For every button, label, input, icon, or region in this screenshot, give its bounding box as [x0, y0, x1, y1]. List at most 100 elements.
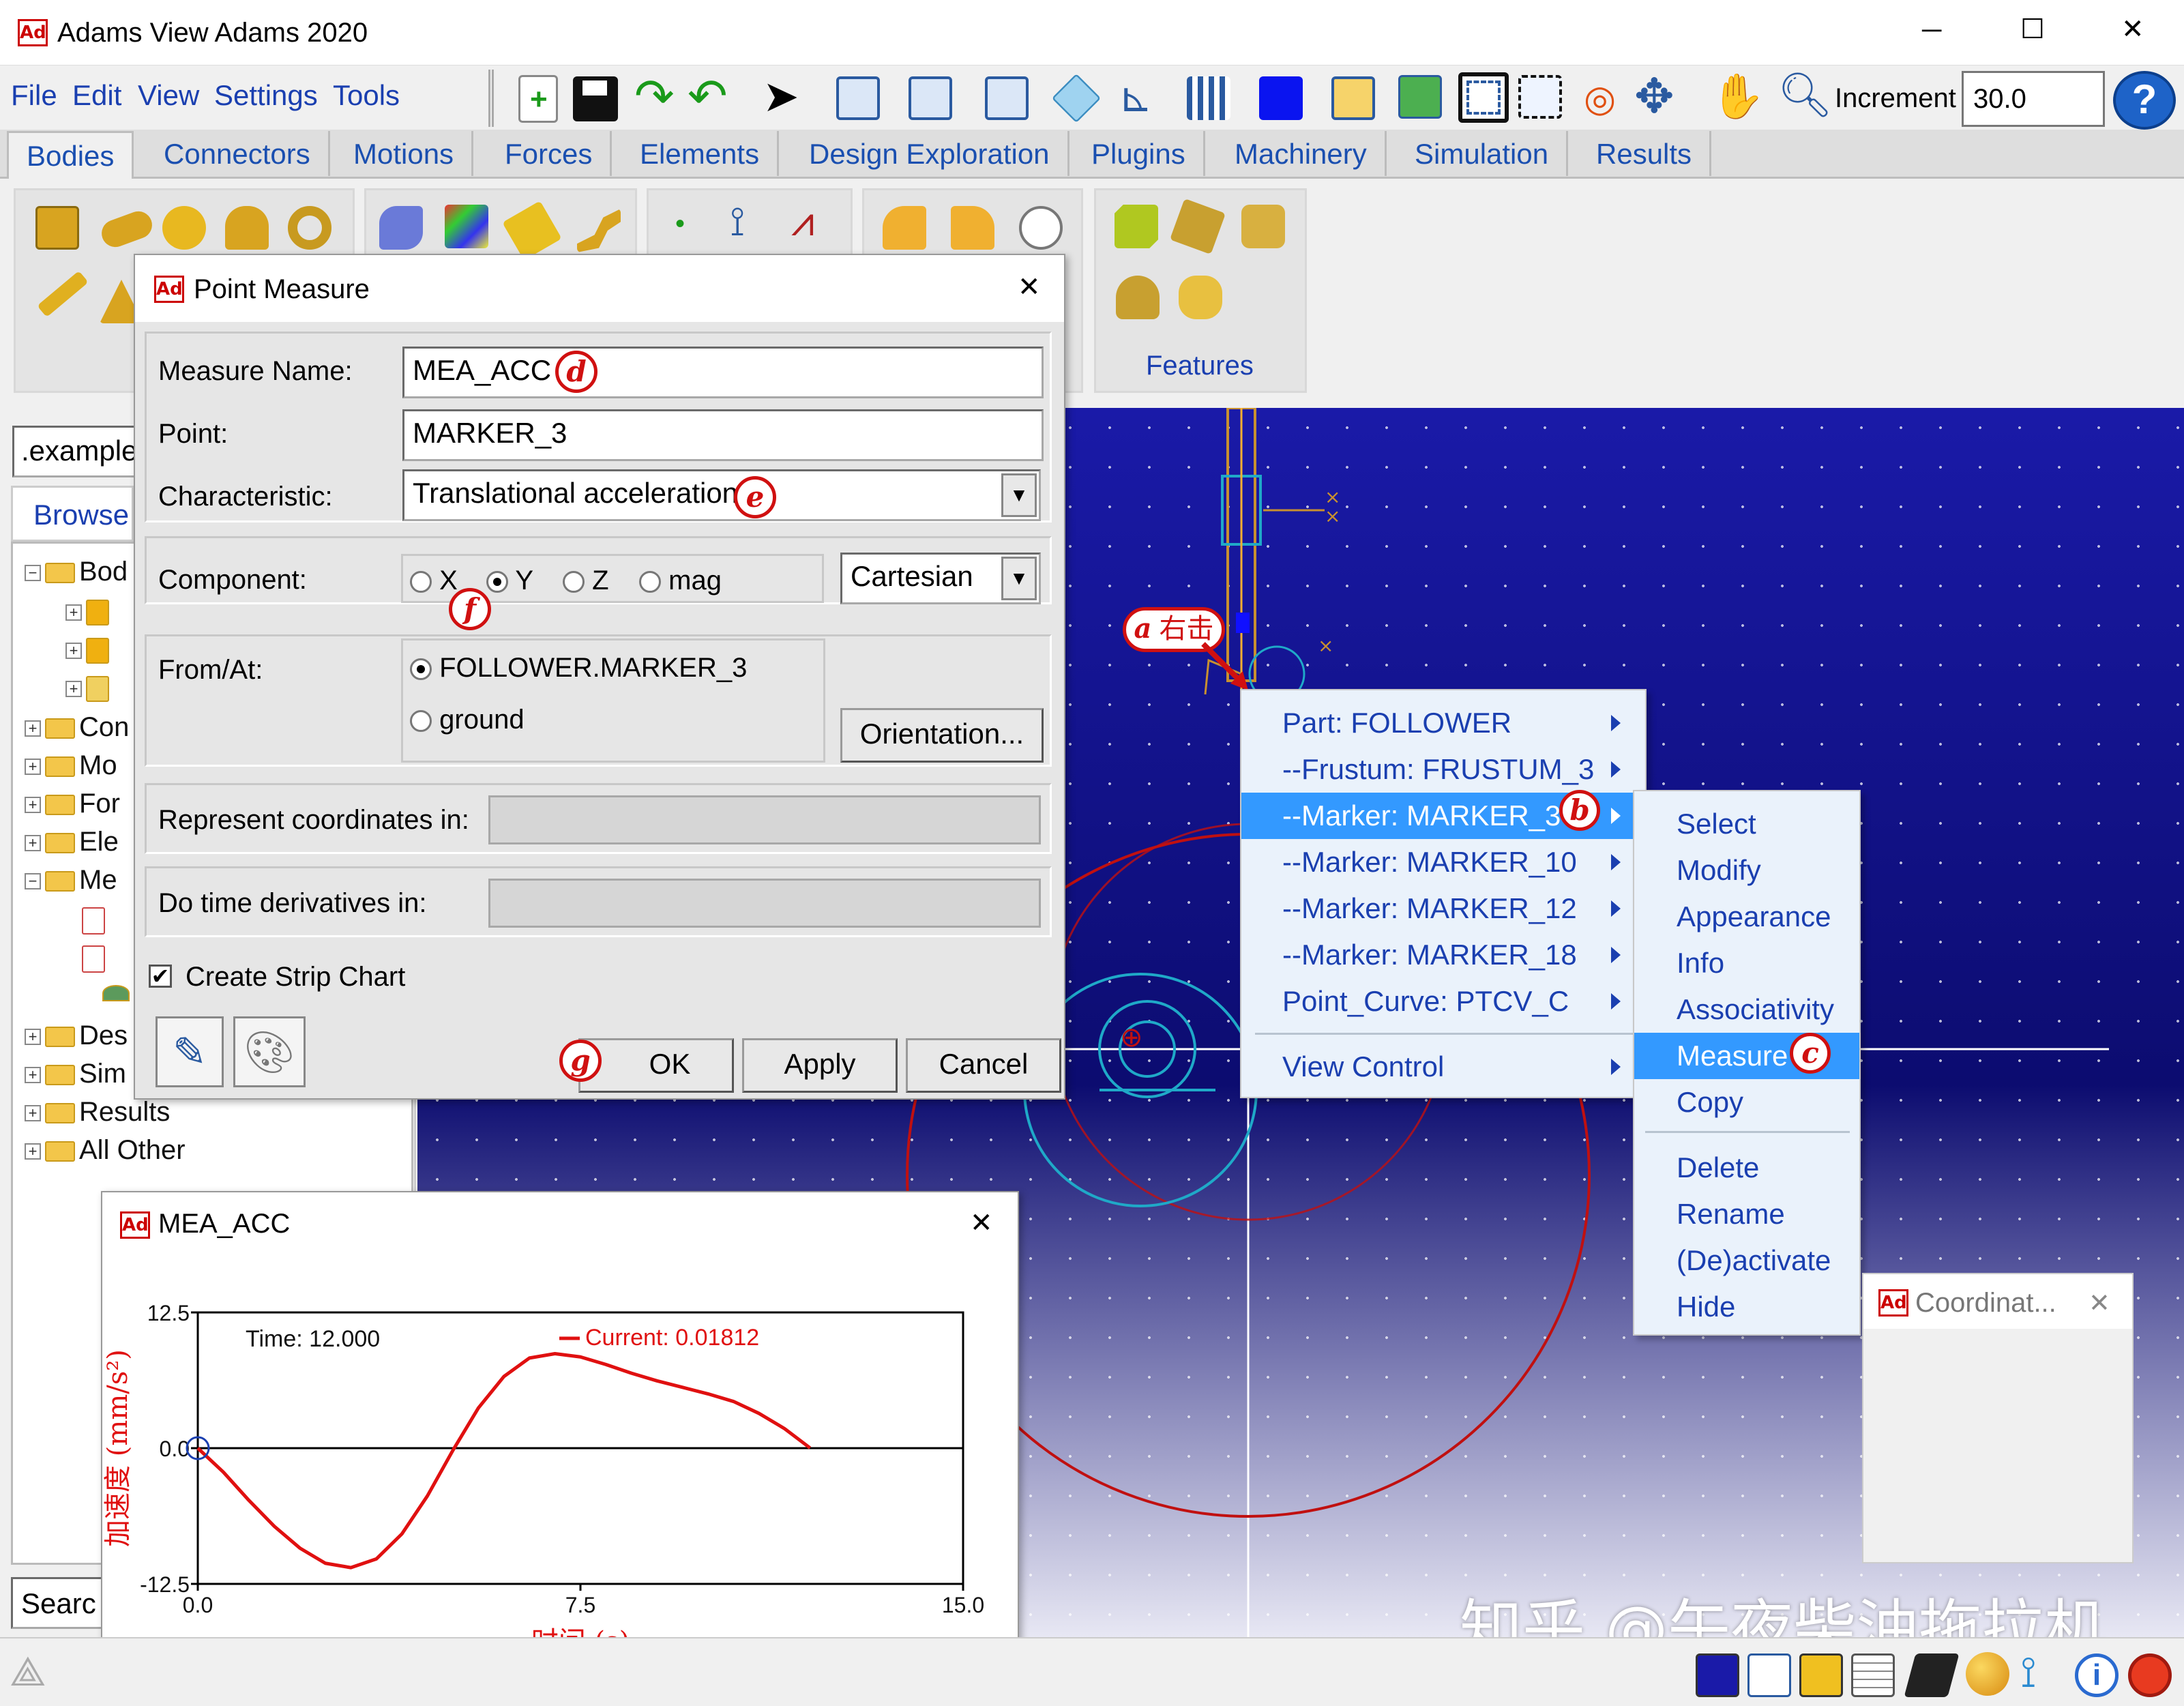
- fit-icon[interactable]: [1398, 75, 1442, 119]
- component-z-radio[interactable]: Z: [563, 565, 609, 596]
- save-icon[interactable]: [573, 76, 618, 121]
- characteristic-select[interactable]: Translational acceleration: [402, 469, 1041, 521]
- tree-item-measure-1[interactable]: [82, 905, 109, 935]
- modal-icon[interactable]: [445, 205, 488, 248]
- from-at-follower-radio[interactable]: FOLLOWER.MARKER_3: [410, 653, 747, 683]
- tab-forces[interactable]: Forces: [487, 131, 613, 176]
- intersect-icon[interactable]: [1019, 206, 1063, 250]
- tree-item-measure-2[interactable]: [82, 943, 109, 973]
- apply-button[interactable]: Apply: [742, 1038, 898, 1093]
- menu-settings[interactable]: Settings: [214, 79, 318, 112]
- submenu-rename[interactable]: Rename: [1634, 1191, 1859, 1237]
- submenu-select[interactable]: Select: [1634, 801, 1859, 847]
- tab-connectors[interactable]: Connectors: [146, 131, 330, 176]
- tree-item-forces[interactable]: + For: [25, 789, 120, 819]
- tab-motions[interactable]: Motions: [336, 131, 474, 176]
- menu-edit[interactable]: Edit: [72, 79, 121, 112]
- shell-icon[interactable]: [1179, 276, 1222, 319]
- merge-icon[interactable]: [951, 206, 994, 250]
- submenu-appearance[interactable]: Appearance: [1634, 894, 1859, 940]
- color-icon[interactable]: [1259, 76, 1303, 120]
- submenu-hide[interactable]: Hide: [1634, 1284, 1859, 1330]
- sphere-icon[interactable]: [162, 206, 206, 250]
- grid-icon[interactable]: [1187, 76, 1230, 120]
- zoom-box-icon[interactable]: [1458, 72, 1509, 123]
- status-plot-icon[interactable]: [1747, 1653, 1791, 1697]
- maximize-button[interactable]: ☐: [2020, 14, 2045, 45]
- status-stop-icon[interactable]: [2128, 1653, 2172, 1697]
- point-icon[interactable]: •: [675, 209, 685, 239]
- submenu-deactivate[interactable]: (De)activate: [1634, 1237, 1859, 1284]
- tree-item-simulations[interactable]: + Sim: [25, 1059, 126, 1089]
- orientation-button[interactable]: Orientation...: [840, 708, 1044, 763]
- appearance-palette-icon[interactable]: 🎨︎: [233, 1016, 306, 1087]
- tree-item-all-other[interactable]: + All Other: [25, 1135, 186, 1166]
- submenu-modify[interactable]: Modify: [1634, 847, 1859, 894]
- tab-simulation[interactable]: Simulation: [1397, 131, 1569, 176]
- tree-item-measure-3[interactable]: [102, 977, 134, 1008]
- right-view-icon[interactable]: [909, 76, 952, 120]
- axes-icon[interactable]: ⊾: [1119, 74, 1153, 121]
- measure-name-input[interactable]: MEA_ACC: [402, 347, 1044, 398]
- marker-icon[interactable]: ⟟: [730, 198, 745, 246]
- component-x-radio[interactable]: X: [410, 565, 458, 596]
- submenu-delete[interactable]: Delete: [1634, 1145, 1859, 1191]
- boss-icon[interactable]: [1241, 205, 1285, 248]
- unite-icon[interactable]: [883, 206, 926, 250]
- iso-view-icon[interactable]: [1051, 73, 1102, 123]
- ok-button[interactable]: OK: [578, 1038, 734, 1093]
- edit-notes-icon[interactable]: ✎: [156, 1016, 224, 1087]
- menu-item-frustum[interactable]: --Frustum: FRUSTUM_3: [1241, 746, 1645, 793]
- menu-item-point-curve[interactable]: Point_Curve: PTCV_C: [1241, 978, 1645, 1025]
- menu-view[interactable]: View: [138, 79, 199, 112]
- frustum-icon[interactable]: [225, 206, 269, 250]
- select-arrow-icon[interactable]: ➤: [763, 72, 799, 120]
- tree-item-body-2[interactable]: +: [65, 634, 113, 665]
- status-table-icon[interactable]: [1851, 1653, 1895, 1697]
- coord-system-dropdown-icon[interactable]: ▼: [1001, 557, 1037, 600]
- increment-input[interactable]: 30.0: [1962, 71, 2105, 127]
- render-icon[interactable]: [1331, 76, 1375, 120]
- tree-item-results[interactable]: + Results: [25, 1097, 170, 1128]
- tree-item-connectors[interactable]: + Con: [25, 712, 129, 743]
- menu-file[interactable]: File: [11, 79, 57, 112]
- box-icon[interactable]: [35, 206, 79, 250]
- menu-item-part-follower[interactable]: Part: FOLLOWER: [1241, 700, 1645, 746]
- help-button[interactable]: ?: [2113, 71, 2176, 130]
- submenu-info[interactable]: Info: [1634, 940, 1859, 986]
- tab-bodies[interactable]: Bodies: [7, 131, 134, 180]
- tree-item-body-1[interactable]: +: [65, 596, 113, 627]
- minimize-button[interactable]: ─: [1922, 15, 1941, 46]
- status-part-icon[interactable]: [1799, 1653, 1843, 1697]
- pan-hand-icon[interactable]: ✋: [1711, 71, 1765, 121]
- tab-machinery[interactable]: Machinery: [1217, 131, 1387, 176]
- component-mag-radio[interactable]: mag: [639, 565, 722, 596]
- rotate-icon[interactable]: ✥: [1634, 71, 1674, 121]
- status-window-icon[interactable]: [1696, 1653, 1739, 1697]
- model-name-field[interactable]: .example: [12, 426, 149, 477]
- derivatives-input[interactable]: [488, 879, 1041, 928]
- new-icon[interactable]: +: [518, 75, 558, 123]
- component-y-radio[interactable]: Y: [486, 565, 533, 596]
- fillet-icon[interactable]: [1116, 276, 1160, 319]
- status-render-icon[interactable]: [1904, 1653, 1960, 1697]
- tab-results[interactable]: Results: [1578, 131, 1712, 176]
- menu-item-marker-10[interactable]: --Marker: MARKER_10: [1241, 839, 1645, 885]
- status-globe-icon[interactable]: [1966, 1652, 2009, 1696]
- target-icon[interactable]: ◎: [1584, 75, 1616, 123]
- tab-design-exploration[interactable]: Design Exploration: [791, 131, 1069, 176]
- search-field[interactable]: Searc: [11, 1577, 106, 1629]
- menu-item-marker-18[interactable]: --Marker: MARKER_18: [1241, 932, 1645, 978]
- from-at-ground-radio[interactable]: ground: [410, 705, 525, 735]
- torus-icon[interactable]: [288, 206, 331, 250]
- status-axes-icon[interactable]: ⟟: [2020, 1647, 2037, 1697]
- browse-tab[interactable]: Browse: [11, 486, 134, 542]
- strip-chart-checkbox[interactable]: ✔: [149, 965, 172, 988]
- submenu-copy[interactable]: Copy: [1634, 1079, 1859, 1126]
- point-input[interactable]: MARKER_3: [402, 409, 1044, 461]
- tab-plugins[interactable]: Plugins: [1074, 131, 1205, 176]
- tree-item-design[interactable]: + Des: [25, 1020, 128, 1051]
- zoom-region-icon[interactable]: [1518, 75, 1562, 119]
- tree-item-measures[interactable]: − Me: [25, 865, 117, 896]
- chamfer-icon[interactable]: [1115, 205, 1158, 248]
